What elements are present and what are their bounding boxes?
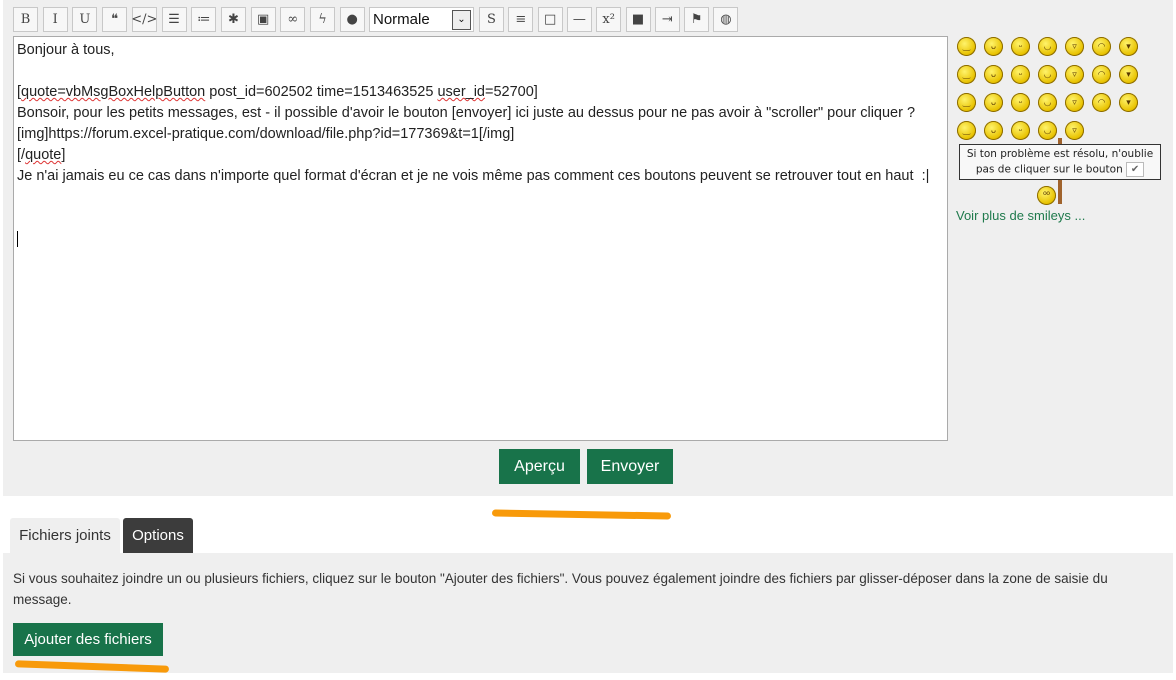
text: =52700] [485, 84, 538, 100]
smiley-icon[interactable]: ᴗ [984, 65, 1003, 84]
superscript-icon[interactable]: x² [596, 7, 622, 32]
smiley-icon[interactable]: ᵕ [1011, 93, 1030, 112]
code-icon[interactable]: </> [131, 7, 157, 32]
text: user_id [437, 84, 485, 100]
send-button[interactable]: Envoyer [587, 449, 673, 484]
smiley-icon[interactable]: ▾ [1119, 65, 1138, 84]
font-size-select[interactable]: Normale ⌄ [369, 7, 474, 32]
text: post_id=602502 time=1513463525 [205, 84, 438, 100]
box-icon[interactable]: □ [537, 7, 563, 32]
italic-icon[interactable]: I [42, 7, 68, 32]
smiley-icon[interactable]: ◡ [1038, 65, 1057, 84]
block-icon[interactable]: ■ [625, 7, 651, 32]
bold-icon[interactable]: B [13, 7, 38, 32]
smiley-icon[interactable]: ᵕ [1011, 37, 1030, 56]
text: ] [61, 147, 66, 163]
image-icon[interactable]: ▣ [250, 7, 276, 32]
asterisk-icon[interactable]: ✱ [220, 7, 246, 32]
highlight-underline [491, 509, 672, 520]
underline-icon[interactable]: U [72, 7, 98, 32]
smiley-icon[interactable]: ‿ [957, 37, 976, 56]
tab-options[interactable]: Options [123, 518, 193, 553]
smiley-icon[interactable]: ᴗ [984, 121, 1003, 140]
smiley-icon[interactable]: ▿ [1065, 121, 1084, 140]
more-smileys-link[interactable]: Voir plus de smileys ... [956, 208, 1085, 223]
indent-icon[interactable]: ⇥ [654, 7, 680, 32]
smiley-icon[interactable]: ◠ [1092, 93, 1111, 112]
text: quote=vbMsgBoxHelpButton [21, 84, 206, 100]
text-cursor: ​ [17, 231, 18, 247]
smiley-icon[interactable]: ‿ [957, 121, 976, 140]
text: [/ [17, 147, 26, 163]
numbered-list-icon[interactable]: ≔ [191, 7, 217, 32]
link-icon[interactable]: ∞ [280, 7, 306, 32]
spoiler-hidden-icon[interactable]: ◍ [713, 7, 739, 32]
attachments-info: Si vous souhaitez joindre un ou plusieur… [13, 571, 1108, 607]
color-drop-icon[interactable]: ● [339, 7, 365, 32]
checkmark-icon: ✔ [1126, 162, 1145, 177]
smiley-icon[interactable]: ᴗ [984, 93, 1003, 112]
preview-button[interactable]: Aperçu [499, 449, 580, 484]
chevron-down-icon: ⌄ [452, 10, 471, 30]
smiley-icon[interactable]: ◡ [1038, 121, 1057, 140]
smiley-icon[interactable]: ᵕ [1011, 121, 1030, 140]
flash-icon[interactable]: ϟ [310, 7, 335, 32]
bullet-list-icon[interactable]: ☰ [161, 7, 187, 32]
resolved-reminder-sign: Si ton problème est résolu, n'oublie pas… [959, 144, 1161, 180]
smiley-icon[interactable]: ᵕ [1011, 65, 1030, 84]
add-files-button[interactable]: Ajouter des fichiers [13, 623, 163, 656]
smiley-holding-sign-icon: ºº [1037, 186, 1056, 205]
smiley-icon[interactable]: ◠ [1092, 65, 1111, 84]
smiley-icon[interactable]: ◡ [1038, 37, 1057, 56]
message-textarea[interactable]: Bonjour à tous, [quote=vbMsgBoxHelpButto… [13, 36, 948, 441]
smiley-icon[interactable]: ◡ [1038, 93, 1057, 112]
tab-attachments[interactable]: Fichiers joints [10, 518, 120, 553]
smiley-icon[interactable]: ▾ [1119, 37, 1138, 56]
message-line: Je n'ai jamais eu ce cas dans n'importe … [17, 168, 930, 184]
smiley-icon[interactable]: ▿ [1065, 37, 1084, 56]
smiley-icon[interactable]: ◠ [1092, 37, 1111, 56]
smiley-icon[interactable]: ᴗ [984, 37, 1003, 56]
smiley-icon[interactable]: ▾ [1119, 93, 1138, 112]
smiley-icon[interactable]: ‿ [957, 93, 976, 112]
font-size-value: Normale [373, 11, 430, 28]
text: quote [25, 147, 62, 163]
message-line: [img]https://forum.excel-pratique.com/do… [17, 126, 515, 142]
message-line: Bonsoir, pour les petits messages, est -… [17, 105, 916, 121]
strikethrough-icon[interactable]: S [479, 7, 504, 32]
quote-icon[interactable]: ❝ [102, 7, 128, 32]
flag-icon[interactable]: ⚑ [684, 7, 710, 32]
smiley-icon[interactable]: ‿ [957, 65, 976, 84]
horizontal-rule-icon[interactable]: — [566, 7, 592, 32]
align-center-icon[interactable]: ≡ [508, 7, 534, 32]
message-line: Bonjour à tous, [17, 42, 115, 58]
smiley-icon[interactable]: ▿ [1065, 65, 1084, 84]
smiley-icon[interactable]: ▿ [1065, 93, 1084, 112]
